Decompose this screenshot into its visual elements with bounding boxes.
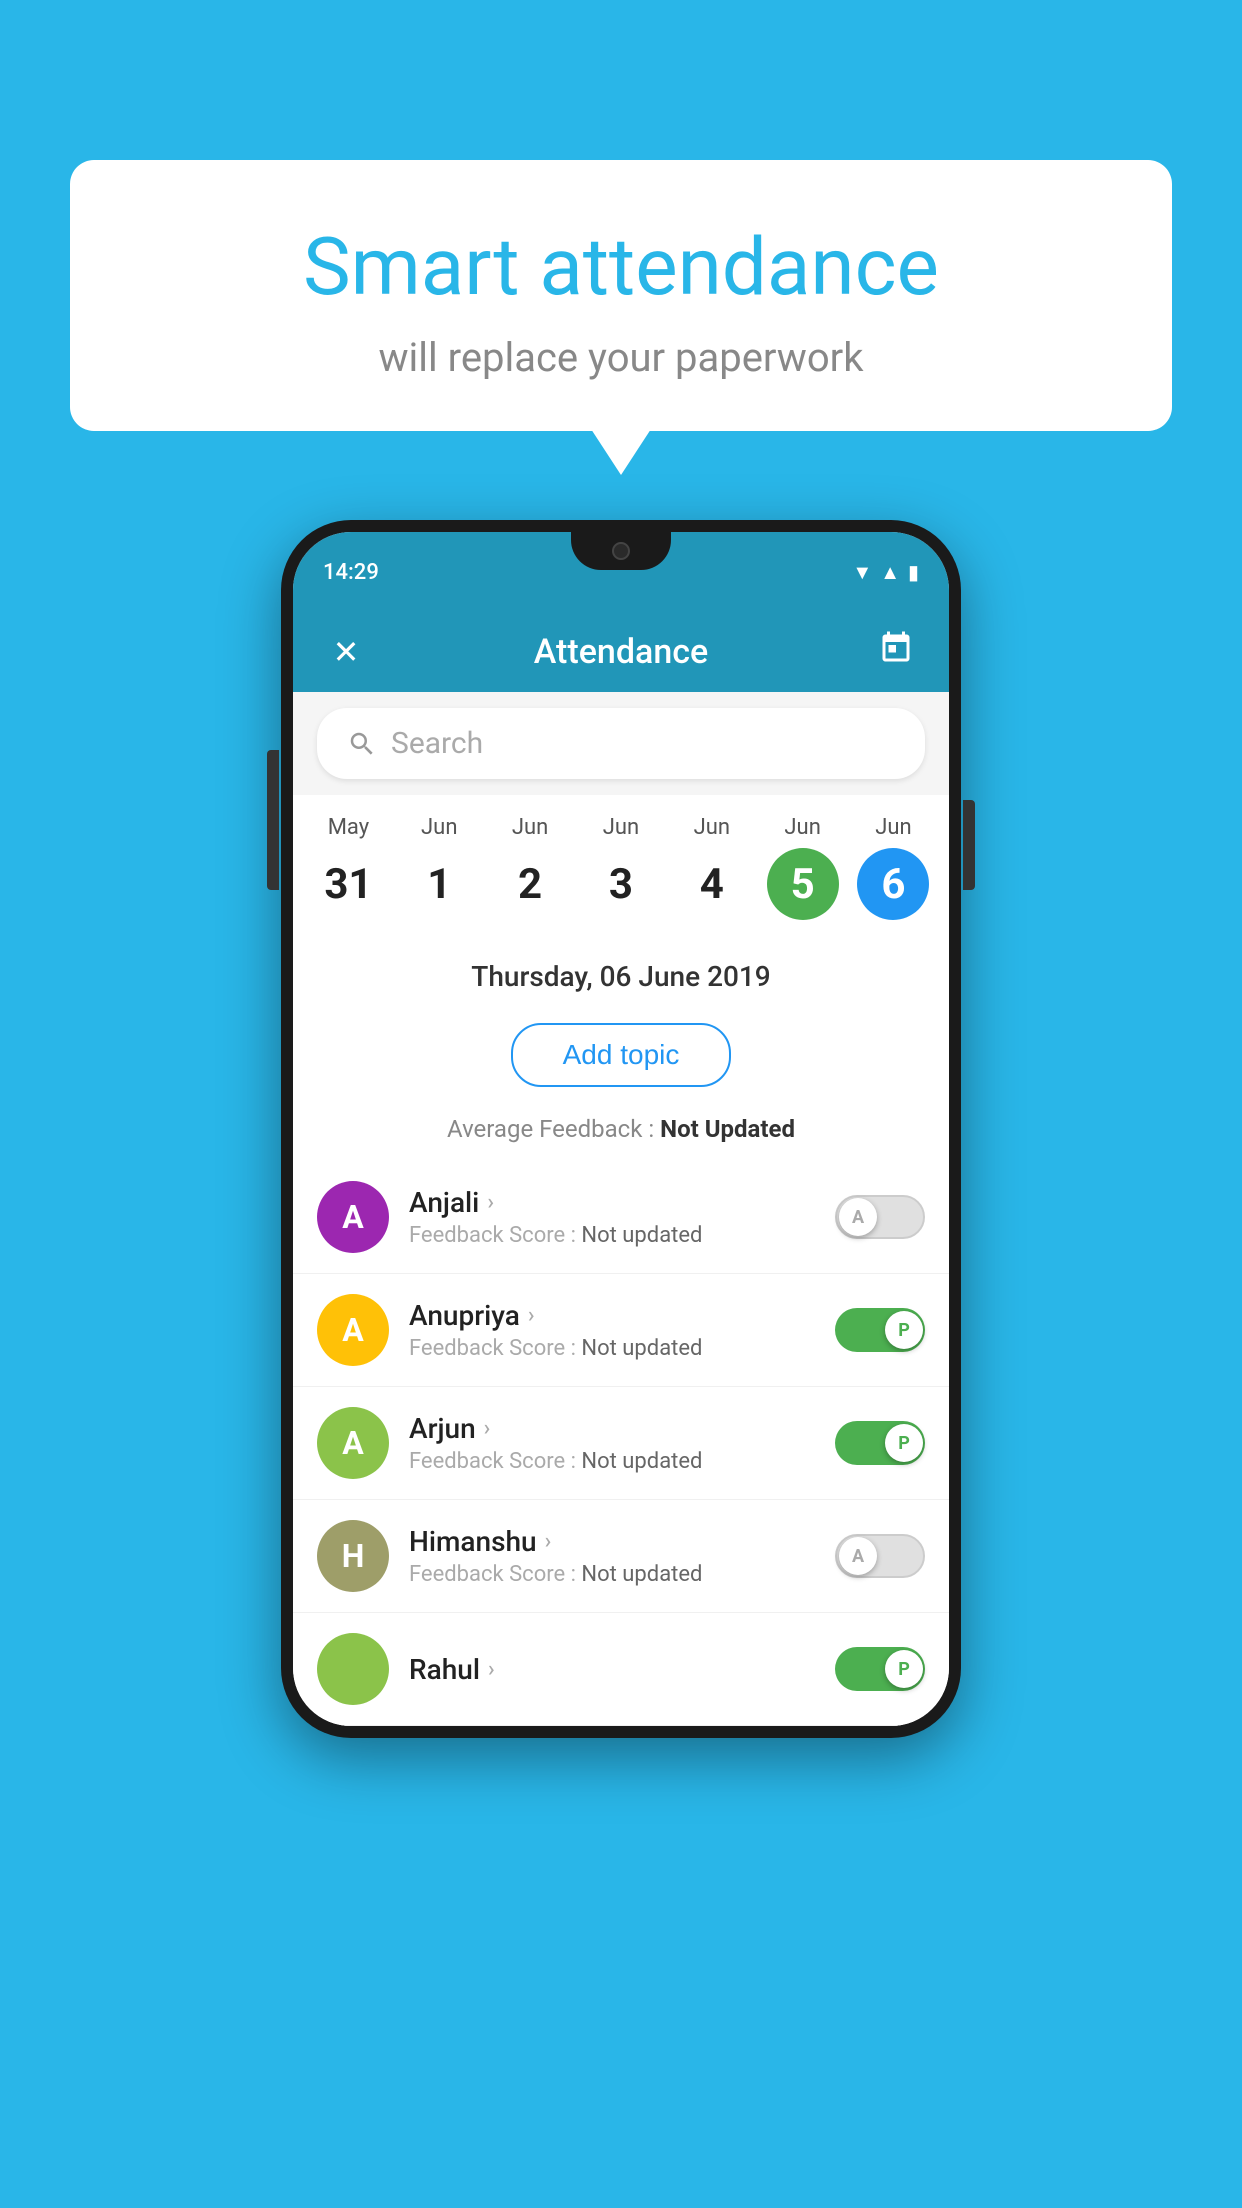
camera — [612, 542, 630, 560]
add-topic-button[interactable]: Add topic — [511, 1023, 732, 1087]
average-feedback-label: Average Feedback : — [447, 1115, 660, 1143]
cal-day-jun6-selected[interactable]: Jun 6 — [853, 815, 933, 920]
student-name-partial: Rahul › — [409, 1653, 815, 1686]
avatar-arjun: A — [317, 1407, 389, 1479]
cal-day-jun1[interactable]: Jun 1 — [399, 815, 479, 920]
chevron-himanshu: › — [545, 1529, 552, 1554]
average-feedback: Average Feedback : Not Updated — [293, 1105, 949, 1161]
status-icons: ▼ ▲ ▮ — [852, 560, 919, 585]
student-item-anupriya[interactable]: A Anupriya › Feedback Score : Not update… — [293, 1274, 949, 1387]
feedback-anupriya: Feedback Score : Not updated — [409, 1336, 815, 1361]
speech-bubble-subtitle: will replace your paperwork — [120, 334, 1122, 381]
calendar-strip: May 31 Jun 1 Jun 2 Jun 3 — [293, 795, 949, 940]
search-container: Search — [293, 692, 949, 795]
attendance-toggle-arjun[interactable]: P — [835, 1421, 925, 1465]
student-name-himanshu: Himanshu › — [409, 1525, 815, 1558]
status-time: 14:29 — [323, 560, 379, 585]
attendance-toggle-anjali[interactable]: A — [835, 1195, 925, 1239]
search-icon — [347, 729, 377, 759]
avatar-anjali: A — [317, 1181, 389, 1253]
attendance-toggle-anupriya[interactable]: P — [835, 1308, 925, 1352]
average-feedback-value: Not Updated — [660, 1115, 795, 1143]
student-item-arjun[interactable]: A Arjun › Feedback Score : Not updated P — [293, 1387, 949, 1500]
cal-day-jun2[interactable]: Jun 2 — [490, 815, 570, 920]
avatar-partial — [317, 1633, 389, 1705]
student-name-anjali: Anjali › — [409, 1186, 815, 1219]
close-button[interactable]: ✕ — [321, 633, 371, 671]
student-name-anupriya: Anupriya › — [409, 1299, 815, 1332]
chevron-partial: › — [488, 1657, 495, 1682]
chevron-anupriya: › — [528, 1303, 535, 1328]
student-info-anupriya: Anupriya › Feedback Score : Not updated — [409, 1299, 815, 1361]
search-placeholder: Search — [391, 726, 483, 761]
cal-day-jun3[interactable]: Jun 3 — [581, 815, 661, 920]
wifi-icon: ▼ — [852, 560, 872, 585]
signal-icon: ▲ — [880, 560, 900, 585]
toggle-anjali[interactable]: A — [835, 1195, 925, 1239]
chevron-arjun: › — [484, 1416, 491, 1441]
app-title: Attendance — [371, 632, 871, 672]
avatar-himanshu: H — [317, 1520, 389, 1592]
speech-bubble: Smart attendance will replace your paper… — [70, 160, 1172, 431]
phone-screen: 14:29 ▼ ▲ ▮ ✕ Attendance — [293, 532, 949, 1726]
student-info-arjun: Arjun › Feedback Score : Not updated — [409, 1412, 815, 1474]
app-bar: ✕ Attendance — [293, 612, 949, 692]
toggle-himanshu[interactable]: A — [835, 1534, 925, 1578]
cal-day-jun4[interactable]: Jun 4 — [672, 815, 752, 920]
cal-day-jun5-today[interactable]: Jun 5 — [763, 815, 843, 920]
toggle-arjun[interactable]: P — [835, 1421, 925, 1465]
student-item-himanshu[interactable]: H Himanshu › Feedback Score : Not update… — [293, 1500, 949, 1613]
attendance-toggle-partial[interactable]: P — [835, 1647, 925, 1691]
speech-bubble-container: Smart attendance will replace your paper… — [70, 160, 1172, 431]
student-item-anjali[interactable]: A Anjali › Feedback Score : Not updated … — [293, 1161, 949, 1274]
avatar-anupriya: A — [317, 1294, 389, 1366]
search-bar[interactable]: Search — [317, 708, 925, 779]
phone: 14:29 ▼ ▲ ▮ ✕ Attendance — [281, 520, 961, 1738]
selected-date: Thursday, 06 June 2019 — [293, 940, 949, 1013]
student-info-partial: Rahul › — [409, 1653, 815, 1686]
feedback-arjun: Feedback Score : Not updated — [409, 1449, 815, 1474]
attendance-toggle-himanshu[interactable]: A — [835, 1534, 925, 1578]
student-info-himanshu: Himanshu › Feedback Score : Not updated — [409, 1525, 815, 1587]
calendar-icon[interactable] — [871, 630, 921, 674]
toggle-anupriya[interactable]: P — [835, 1308, 925, 1352]
cal-day-may31[interactable]: May 31 — [308, 815, 388, 920]
notch — [571, 532, 671, 570]
feedback-anjali: Feedback Score : Not updated — [409, 1223, 815, 1248]
feedback-himanshu: Feedback Score : Not updated — [409, 1562, 815, 1587]
student-item-partial[interactable]: Rahul › P — [293, 1613, 949, 1726]
status-bar: 14:29 ▼ ▲ ▮ — [293, 532, 949, 612]
student-info-anjali: Anjali › Feedback Score : Not updated — [409, 1186, 815, 1248]
speech-bubble-title: Smart attendance — [120, 220, 1122, 314]
phone-wrapper: 14:29 ▼ ▲ ▮ ✕ Attendance — [281, 520, 961, 1738]
battery-icon: ▮ — [908, 560, 919, 584]
student-name-arjun: Arjun › — [409, 1412, 815, 1445]
chevron-anjali: › — [487, 1190, 494, 1215]
student-list: A Anjali › Feedback Score : Not updated … — [293, 1161, 949, 1726]
toggle-partial[interactable]: P — [835, 1647, 925, 1691]
add-topic-container: Add topic — [293, 1013, 949, 1105]
